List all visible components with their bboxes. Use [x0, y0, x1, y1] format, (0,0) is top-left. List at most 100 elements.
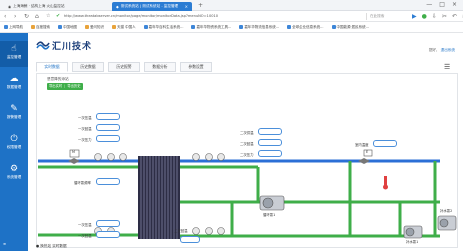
tab-analysis[interactable]: 数据分析	[144, 62, 176, 72]
bookmark-item[interactable]: 全球企业信息系统...	[287, 25, 324, 30]
makeup-pump-1-label: 补水泵1	[406, 240, 419, 244]
primary-pressure-label: 一次压力	[78, 138, 92, 142]
url-input[interactable]: http://www.theatabserver.cn/monitor/page…	[64, 13, 364, 20]
sidebar-item-system[interactable]: ⚙ 系统管理	[0, 161, 28, 187]
refresh-icon[interactable]: ↻	[24, 12, 29, 21]
primary-supply-temp-label: 一次压温	[78, 116, 92, 120]
primary-supply-temp-label-2: 一次压温	[78, 223, 92, 227]
gauge-icon	[119, 153, 127, 161]
tab-realtime[interactable]: 实时数据	[36, 62, 68, 72]
primary-return-temp-field[interactable]	[96, 124, 120, 131]
sidebar-item-monitor[interactable]: ☝ 监控管理	[0, 41, 28, 67]
secondary-supply-temp-field[interactable]	[258, 128, 282, 135]
secondary-return-temp-label-2: 二次回温	[174, 229, 188, 233]
browser-tab[interactable]: ◉ 上海海鲸 · 结构上海 火山监控站	[4, 2, 86, 11]
bookmark-item[interactable]: 中国能源·居民系统...	[331, 25, 369, 30]
export-history-button[interactable]: 导出历史	[65, 83, 82, 90]
tab-settings[interactable]: 参数设置	[180, 62, 212, 72]
primary-supply-temp-field[interactable]	[96, 113, 120, 120]
extension-icon[interactable]: ●	[422, 12, 427, 21]
gear-icon: ⚙	[9, 164, 19, 174]
makeup-pump-icon	[403, 225, 423, 239]
primary-return-temp-field-2[interactable]	[96, 231, 120, 238]
browser-tabbar: ◉ 上海海鲸 · 结构上海 火山监控站 ◆ 测试系统站 | 测试系统站 - 监控…	[0, 0, 463, 11]
minimize-button[interactable]: —	[426, 1, 432, 9]
edit-icon: ✎	[10, 104, 18, 114]
user-greeting: 您好，	[428, 48, 440, 52]
app-header: 汇川技术 您好， 退出系统	[28, 33, 463, 57]
bookmark-item[interactable]: 嘉年华物流信息系统...	[239, 25, 279, 30]
cut-icon[interactable]: ✂	[442, 12, 447, 21]
back-icon[interactable]: ‹	[4, 12, 6, 21]
toolbar-icons: ▶ ● ⇩ ✂ ↶ ≡	[412, 12, 463, 21]
gauge-icon	[205, 153, 213, 161]
search-input[interactable]: 在此搜索	[366, 13, 412, 20]
bookmark-item[interactable]: 爱问知识	[85, 25, 104, 30]
export-realtime-button[interactable]: 导出实时	[47, 83, 64, 90]
tab-history-alarm[interactable]: 历史报警	[108, 62, 140, 72]
bookmark-item[interactable]: 百度搜索	[31, 25, 50, 30]
forward-icon[interactable]: ›	[14, 12, 16, 21]
sidebar: ☝ 监控管理 ☁ 数据管理 ✎ 报警管理 ⏻ 权限管理 ⚙ 系统管理 ≡	[0, 33, 28, 251]
secondary-return-temp-field[interactable]	[258, 139, 282, 146]
station-footer: ● 换热站 实时数据	[36, 244, 67, 248]
secondary-pressure-label: 二次压力	[240, 153, 254, 157]
sidebar-item-data[interactable]: ☁ 数据管理	[0, 71, 28, 97]
site-icon: ◆	[116, 4, 119, 9]
page-tabs: 实时数据 历史数据 历史报警 数据分析 参数设置	[36, 62, 212, 73]
bookmark-item[interactable]: 嘉年华百科生活系统...	[143, 25, 183, 30]
secure-icon: ✔	[56, 13, 61, 19]
search-placeholder: 在此搜索	[370, 14, 385, 18]
download-icon[interactable]: ⇩	[432, 12, 437, 21]
bookmarks-bar: 上网导航 百度搜索 中国地图 爱问知识 天猫 中国人 嘉年华百科生活系统... …	[0, 22, 463, 33]
sidebar-toggle[interactable]: ≡	[3, 240, 25, 248]
pump-frequency-field[interactable]	[96, 178, 120, 185]
new-tab-button[interactable]: +	[198, 2, 203, 10]
play-icon[interactable]: ▶	[412, 12, 417, 21]
undo-icon[interactable]: ↶	[452, 12, 457, 21]
gauge-icon	[205, 227, 213, 235]
bookmark-item[interactable]: 中国地图	[58, 25, 77, 30]
makeup-pump-icon	[437, 215, 457, 231]
tab-history[interactable]: 历史数据	[72, 62, 104, 72]
circulation-pump-icon	[259, 195, 285, 211]
secondary-pressure-field[interactable]	[258, 150, 282, 157]
gauge-icon	[107, 153, 115, 161]
gauge-icon	[192, 227, 200, 235]
hamburger-icon[interactable]: ☰	[444, 63, 450, 71]
close-window-button[interactable]: ×	[452, 1, 457, 9]
browser-tab-active[interactable]: ◆ 测试系统站 | 测试系统站 - 监控管理 ×	[112, 2, 192, 11]
secondary-return-temp-field-2[interactable]	[180, 236, 200, 243]
sidebar-item-alarm[interactable]: ✎ 报警管理	[0, 101, 28, 127]
power-icon: ⏻	[10, 134, 18, 144]
primary-supply-temp-field-2[interactable]	[96, 220, 120, 227]
logout-link[interactable]: 退出系统	[441, 48, 455, 52]
brand-name: 汇川技术	[52, 42, 93, 52]
gauge-icon	[94, 153, 102, 161]
bookmark-item[interactable]: 嘉年华物资系统工具...	[191, 25, 231, 30]
gauge-icon	[192, 153, 200, 161]
maximize-button[interactable]: □	[439, 1, 445, 9]
sidebar-item-permission[interactable]: ⏻ 权限管理	[0, 131, 28, 157]
bookmark-item[interactable]: 天猫 中国人	[112, 25, 136, 30]
primary-return-temp-label: 一次回温	[78, 127, 92, 131]
secondary-supply-temp-label: 二次供温	[240, 131, 254, 135]
gauge-icon	[217, 153, 225, 161]
bookmark-item[interactable]: 上网导航	[4, 25, 23, 30]
circulation-pump-label: 循环泵1	[263, 213, 276, 217]
window-controls: — □ ×	[426, 1, 457, 9]
bookmark-star-icon[interactable]: ☆	[46, 12, 50, 21]
browser-tab-label: 测试系统站 | 测试系统站 - 监控管理	[120, 4, 179, 8]
home-icon[interactable]: ⌂	[35, 12, 39, 21]
primary-return-temp-label-2: 一次回温	[78, 234, 92, 238]
valve-m-label: M	[72, 150, 75, 154]
url-text: http://www.theatabserver.cn/monitor/page…	[64, 14, 219, 18]
pump-frequency-label: 循环泵频率	[74, 181, 91, 185]
makeup-pump-2-label: 补水泵2	[440, 209, 453, 213]
user-info: 您好， 退出系统	[429, 48, 455, 53]
gauge-icon	[217, 227, 225, 235]
primary-pressure-field[interactable]	[96, 135, 120, 142]
site-icon: ◉	[8, 4, 12, 9]
indoor-temp-field[interactable]	[373, 140, 397, 147]
close-tab-icon[interactable]: ×	[185, 4, 188, 9]
